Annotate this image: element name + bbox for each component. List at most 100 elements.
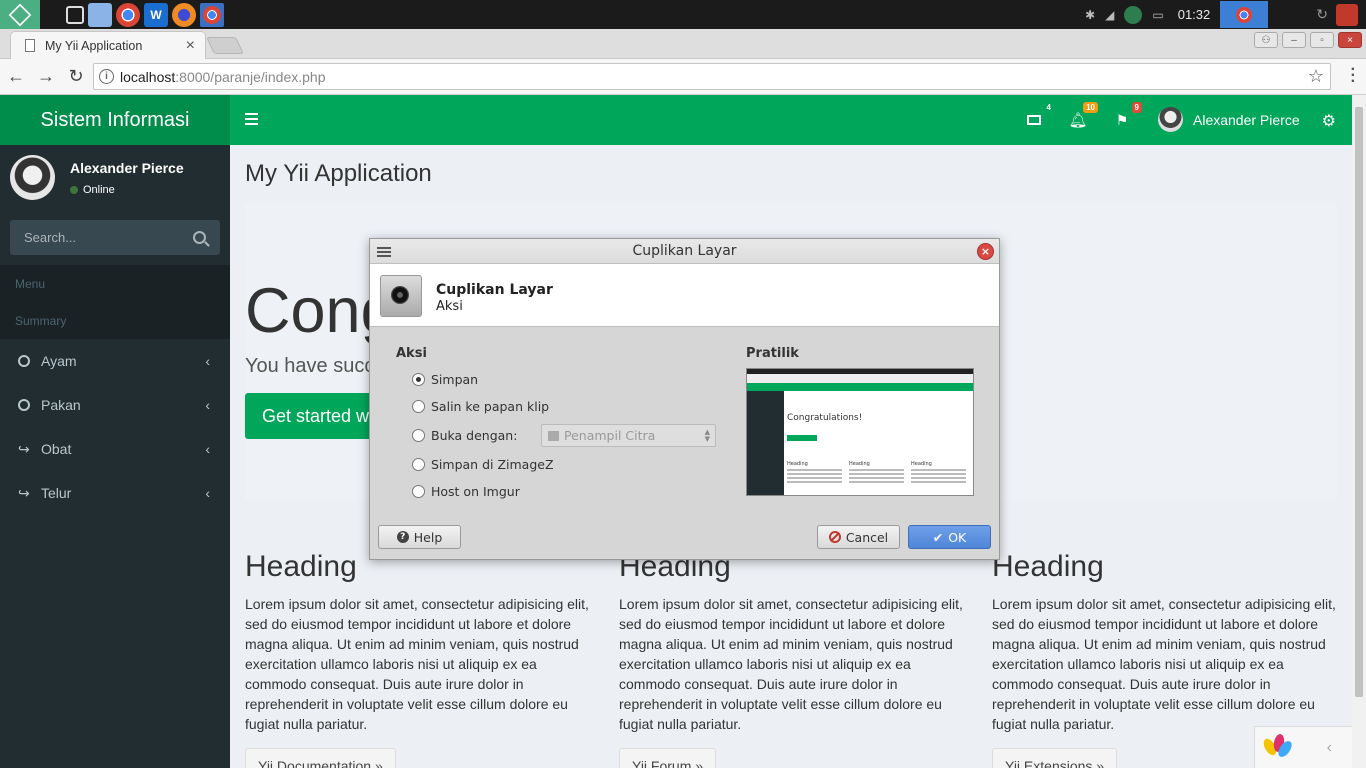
messages-menu[interactable]: 4 — [1024, 102, 1054, 130]
sidebar-item-ayam[interactable]: Ayam ‹ — [0, 339, 230, 383]
url-path: :8000/paranje/index.php — [175, 68, 326, 85]
notifications-menu[interactable]: 🔔︎ 10 — [1068, 102, 1098, 130]
chrome-window-button[interactable] — [200, 2, 224, 27]
tab-close-button[interactable]: × — [186, 37, 195, 55]
radio-button[interactable] — [412, 429, 425, 442]
chevron-left-icon: ‹ — [205, 485, 210, 501]
bluetooth-icon[interactable]: ✱ — [1085, 8, 1095, 22]
notifications-badge: 10 — [1083, 102, 1098, 113]
chevron-left-icon: ‹ — [205, 353, 210, 369]
start-menu-button[interactable] — [0, 0, 40, 29]
yii-extensions-button[interactable]: Yii Extensions » — [992, 748, 1118, 768]
forward-button[interactable]: → — [32, 63, 60, 91]
terminal-launcher-icon[interactable] — [66, 5, 84, 24]
search-icon[interactable] — [193, 231, 206, 244]
dialog-title: Cuplikan Layar — [632, 243, 737, 259]
cancel-button[interactable]: Cancel — [817, 525, 900, 549]
ok-label: OK — [948, 529, 967, 545]
yii-forum-button[interactable]: Yii Forum » — [619, 748, 717, 768]
writer-launcher-icon[interactable]: W — [144, 2, 168, 27]
refresh-tray-icon[interactable]: ↻ — [1316, 6, 1328, 23]
tasks-menu[interactable]: ⚑ 9 — [1112, 102, 1142, 130]
user-panel: Alexander Pierce Online — [0, 145, 230, 215]
app-logo[interactable]: Sistem Informasi — [0, 95, 230, 145]
top-navbar: 4 🔔︎ 10 ⚑ 9 Alexander Pierce ⚙ — [230, 95, 1352, 145]
dialog-titlebar[interactable]: Cuplikan Layar × — [370, 239, 999, 264]
option-open-with[interactable]: Buka dengan: — [412, 428, 517, 443]
scrollbar-thumb[interactable] — [1355, 107, 1363, 697]
radio-button[interactable] — [412, 373, 425, 386]
actions-label: Aksi — [396, 346, 427, 361]
files-launcher-icon[interactable] — [88, 2, 112, 27]
search-input[interactable]: Search... — [24, 230, 76, 245]
navbar-user-name: Alexander Pierce — [1193, 111, 1300, 128]
sidebar-user-name: Alexander Pierce — [70, 160, 184, 176]
back-button[interactable]: ← — [2, 63, 30, 91]
network-icon[interactable]: ◢ — [1105, 8, 1114, 22]
minimize-button[interactable]: – — [1282, 32, 1306, 48]
share-icon: ↪ — [18, 484, 30, 501]
close-window-button[interactable]: × — [1338, 32, 1362, 48]
active-window-chrome[interactable] — [1220, 1, 1269, 28]
help-label: Help — [413, 529, 443, 545]
sidebar-item-label: Ayam — [41, 353, 77, 369]
chrome-launcher-icon[interactable] — [116, 2, 140, 27]
status-text: Online — [83, 184, 115, 196]
page-icon — [25, 39, 35, 52]
reload-button[interactable]: ↻ — [62, 63, 90, 91]
page-scrollbar[interactable] — [1352, 95, 1366, 768]
user-menu[interactable]: Alexander Pierce — [1158, 107, 1300, 132]
yii-documentation-button[interactable]: Yii Documentation » — [245, 748, 396, 768]
option-copy-clipboard[interactable]: Salin ke papan klip — [412, 399, 549, 414]
browser-menu-icon[interactable]: · · · — [1351, 62, 1356, 90]
window-menu-icon[interactable] — [377, 247, 391, 259]
camera-icon — [380, 275, 422, 317]
ok-button[interactable]: ✔ OK — [908, 525, 991, 549]
open-with-select[interactable]: Penampil Citra ▲ ▼ — [541, 424, 716, 447]
bookmark-star-icon[interactable]: ☆ — [1308, 66, 1324, 87]
option-zimagez[interactable]: Simpan di ZimageZ — [412, 457, 554, 472]
help-button[interactable]: ? Help — [378, 525, 461, 549]
preview-title: Congratulations! — [787, 413, 863, 423]
sidebar-item-pakan[interactable]: Pakan ‹ — [0, 383, 230, 427]
maximize-button[interactable]: ▫ — [1310, 32, 1334, 48]
gears-icon[interactable]: ⚙ — [1322, 111, 1336, 131]
option-imgur[interactable]: Host on Imgur — [412, 484, 520, 499]
sidebar-item-obat[interactable]: ↪ Obat ‹ — [0, 427, 230, 471]
option-label: Simpan di ZimageZ — [431, 457, 554, 472]
open-with-value: Penampil Citra — [564, 428, 656, 443]
vpn-icon[interactable] — [1124, 5, 1143, 24]
checkmark-icon: ✔ — [932, 529, 944, 545]
dialog-header: Cuplikan Layar Aksi — [370, 264, 999, 327]
sidebar-search[interactable]: Search... — [10, 220, 220, 255]
page-title: My Yii Application — [245, 160, 432, 187]
firefox-launcher-icon[interactable] — [172, 2, 196, 27]
profile-icon[interactable]: ⚇ — [1254, 32, 1278, 48]
power-icon[interactable] — [1336, 3, 1358, 26]
site-info-icon[interactable]: i — [99, 69, 114, 84]
sidebar-toggle-icon[interactable] — [245, 113, 258, 128]
tasks-badge: 9 — [1131, 102, 1142, 113]
option-save[interactable]: Simpan — [412, 372, 478, 387]
radio-button[interactable] — [412, 458, 425, 471]
address-bar[interactable]: i localhost:8000/paranje/index.php ☆ — [93, 63, 1331, 90]
dialog-header-subtitle: Aksi — [436, 299, 463, 314]
dialog-header-title: Cuplikan Layar — [436, 282, 553, 298]
radio-button[interactable] — [412, 485, 425, 498]
circle-o-icon — [18, 399, 30, 411]
browser-tab[interactable]: My Yii Application × — [10, 31, 206, 59]
chevron-left-icon[interactable]: ‹ — [1327, 739, 1332, 757]
radio-button[interactable] — [412, 400, 425, 413]
preview-heading: Heading — [849, 461, 870, 467]
messages-badge: 4 — [1043, 102, 1054, 113]
sidebar-item-telur[interactable]: ↪ Telur ‹ — [0, 471, 230, 515]
sidebar-header-summary: Summary — [0, 302, 230, 339]
battery-icon[interactable]: ▭ — [1152, 8, 1163, 22]
browser-tabstrip: My Yii Application × ⚇ – ▫ × — [0, 29, 1366, 59]
image-viewer-icon — [548, 430, 559, 441]
content-column-2: Heading Lorem ipsum dolor sit amet, cons… — [619, 550, 964, 768]
clock[interactable]: 01:32 — [1178, 7, 1211, 22]
yii-debug-toolbar[interactable]: ‹ — [1254, 726, 1352, 768]
dialog-close-button[interactable]: × — [977, 243, 994, 260]
new-tab-button[interactable] — [206, 37, 244, 54]
